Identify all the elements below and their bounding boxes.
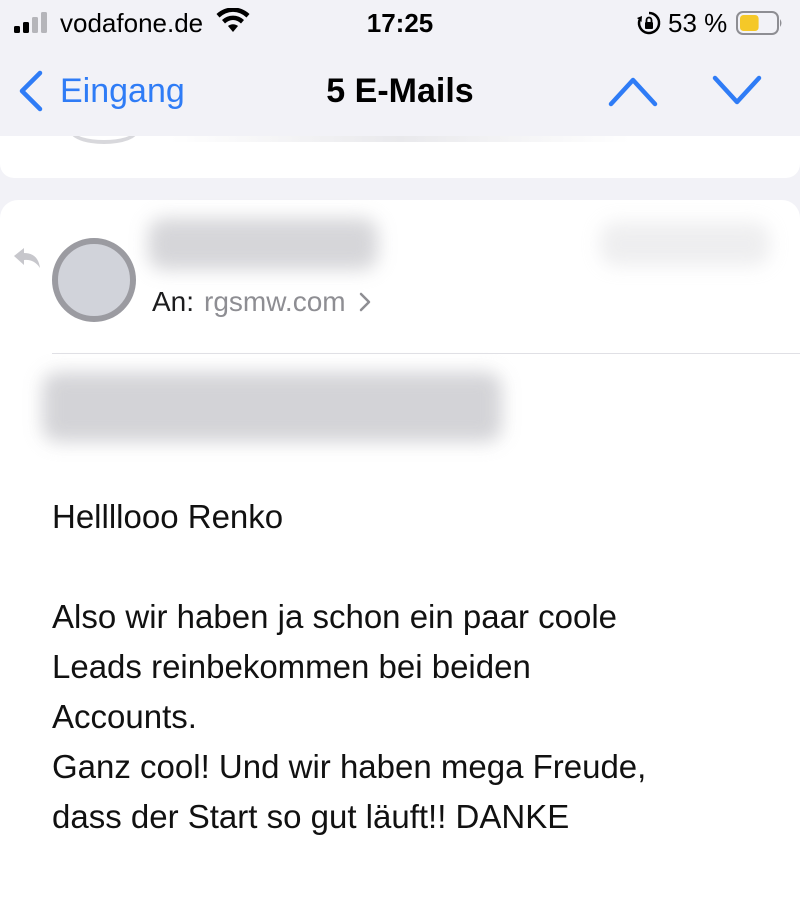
back-button[interactable]: Eingang [16,66,185,116]
previous-message-card[interactable] [0,136,800,178]
previous-message-button[interactable] [606,70,660,110]
battery-icon [736,11,782,35]
back-button-label: Eingang [60,71,185,110]
body-line: Leads reinbekommen bei beiden [52,648,531,685]
sender-avatar[interactable] [52,238,136,322]
chevron-right-icon [359,292,370,312]
body-line: Ganz cool! Und wir haben mega Freude, [52,748,647,785]
redacted-date [600,222,770,266]
body-line: Also wir haben ja schon ein paar coole [52,598,618,635]
recipient-address: rgsmw.com [204,286,346,317]
message-body: Hellllooo Renko Also wir haben ja schon … [52,492,772,842]
previous-avatar [70,136,138,144]
message-card: An: rgsmw.com Hellllooo Renko Also wir h… [0,200,800,920]
header-divider [52,353,800,354]
chevron-left-icon [19,70,43,112]
recipient-label: An: [152,286,195,317]
body-line: dass der Start so gut läuft!! DANKE [52,798,570,835]
body-line: Accounts. [52,698,197,735]
rotation-lock-icon [637,11,661,35]
reply-icon [14,248,40,268]
previous-message-header [170,136,630,142]
recipient-row[interactable]: An: rgsmw.com [152,286,372,318]
next-message-button[interactable] [710,70,764,110]
battery-percent: 53 % [668,8,728,38]
navigation-bar: Eingang 5 E-Mails [0,46,800,137]
redacted-sender [148,218,378,270]
redacted-subject [42,372,502,442]
body-greeting: Hellllooo Renko [52,498,284,535]
status-bar: vodafone.de 17:25 53 % [0,0,800,46]
